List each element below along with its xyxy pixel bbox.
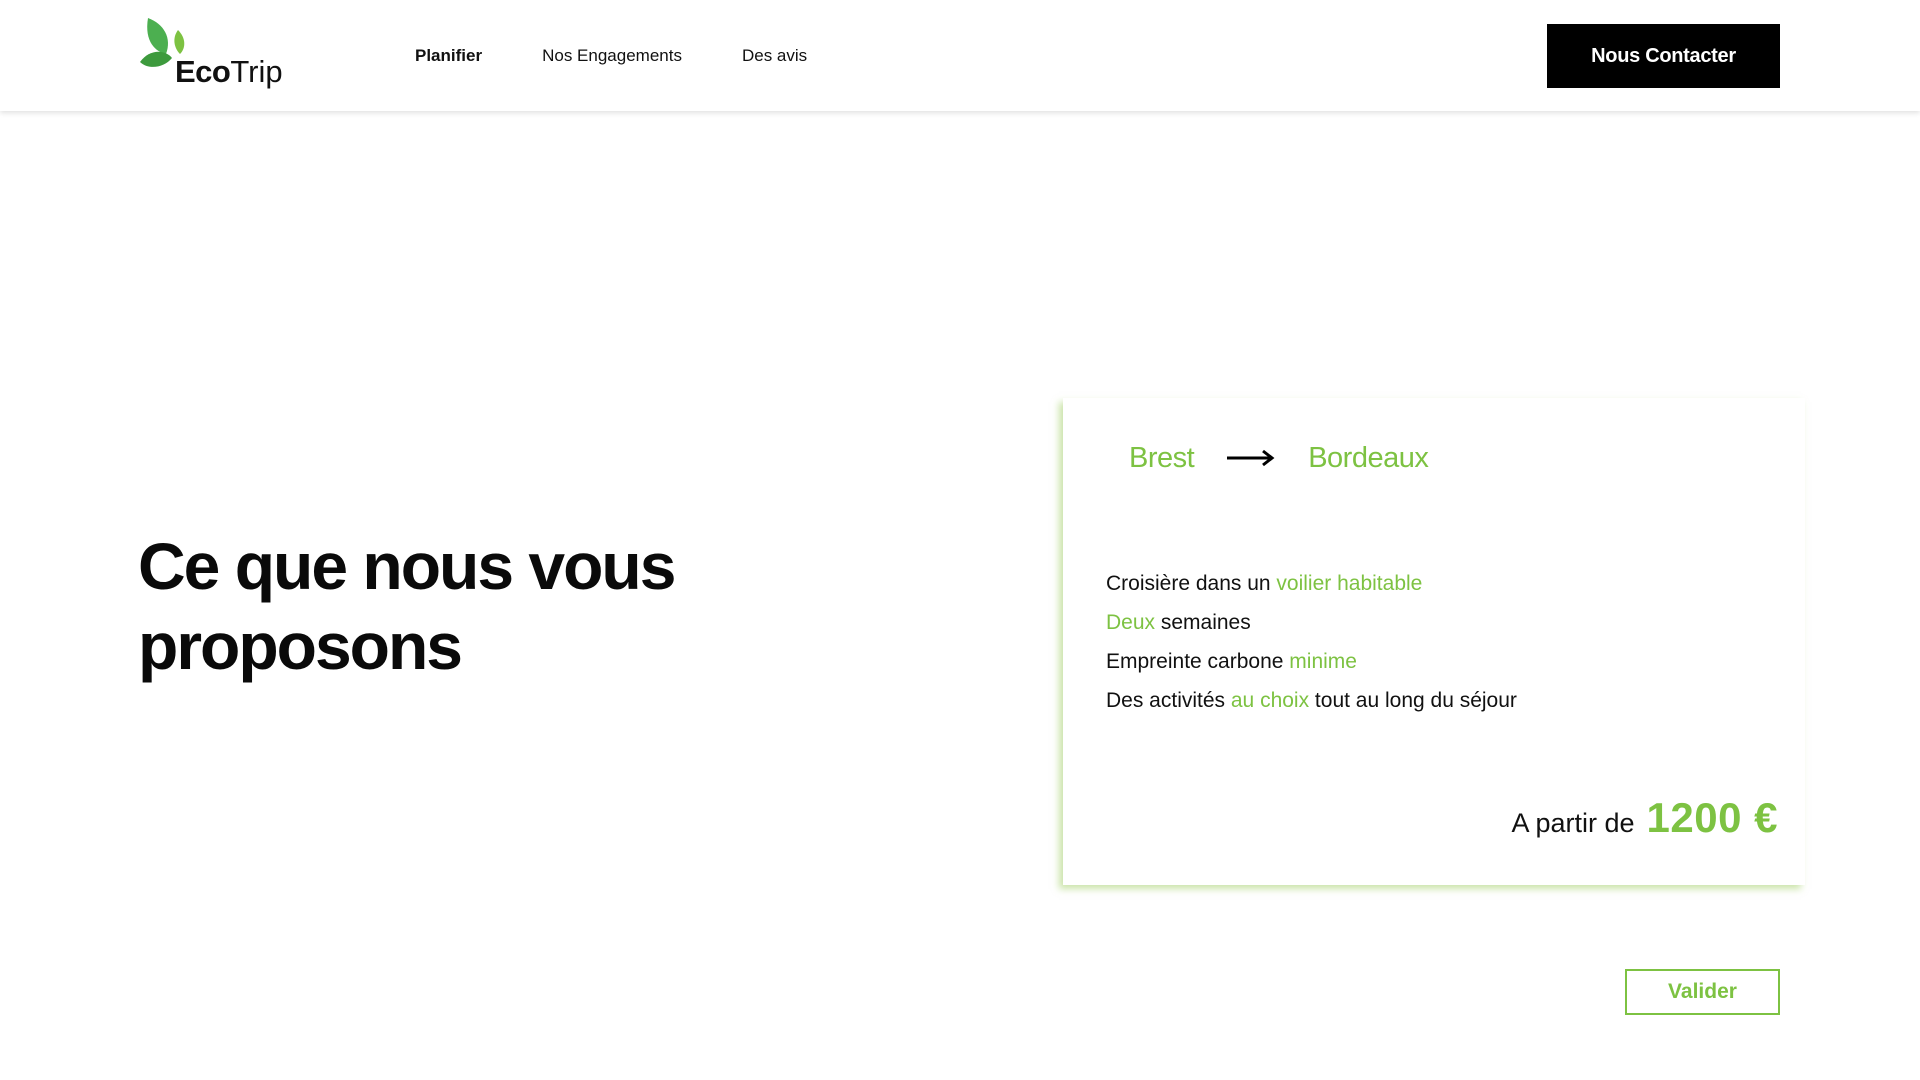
feature-text: Empreinte carbone [1106,650,1290,673]
feature-highlight: voilier habitable [1276,572,1423,595]
brand-name-bold: Eco [175,54,231,89]
price: A partir de 1200 € [1511,794,1778,842]
arrival-city: Bordeaux [1308,442,1429,474]
feature-highlight: au choix [1230,689,1310,712]
brand-name: EcoTrip [175,54,283,90]
list-item: Deux semaines [1106,603,1517,642]
departure-city: Brest [1129,442,1195,474]
page-title: Ce que nous vous proposons [138,526,778,686]
brand-name-regular: Trip [230,54,283,89]
page-title-line-2: proposons [138,609,463,683]
price-value: 1200 € [1646,794,1778,841]
contact-button[interactable]: Nous Contacter [1547,24,1780,88]
nav-item-engagements[interactable]: Nos Engagements [542,44,682,68]
list-item: Des activités au choix tout au long du s… [1106,681,1517,720]
brand-logo[interactable]: EcoTrip [138,18,288,90]
offer-card: Brest Bordeaux Croisière dans un voilier… [1063,398,1805,885]
nav-item-avis[interactable]: Des avis [742,44,807,68]
page-title-line-1: Ce que nous vous [138,529,676,603]
feature-text: semaines [1155,611,1251,634]
nav-item-planifier[interactable]: Planifier [415,44,482,68]
feature-highlight: minime [1289,650,1357,673]
list-item: Croisière dans un voilier habitable [1106,564,1517,603]
feature-text: Croisière dans un [1106,572,1277,595]
feature-text: tout au long du séjour [1309,689,1517,712]
price-label: A partir de [1511,808,1635,838]
arrow-right-icon [1227,449,1275,467]
feature-text: Des activités [1106,689,1231,712]
feature-highlight: Deux [1106,611,1156,634]
site-header: EcoTrip Planifier Nos Engagements Des av… [0,0,1920,111]
main-nav: Planifier Nos Engagements Des avis [415,44,807,68]
route: Brest Bordeaux [1129,438,1429,478]
feature-list: Croisière dans un voilier habitable Deux… [1106,564,1517,720]
validate-button[interactable]: Valider [1625,969,1780,1015]
list-item: Empreinte carbone minime [1106,642,1517,681]
